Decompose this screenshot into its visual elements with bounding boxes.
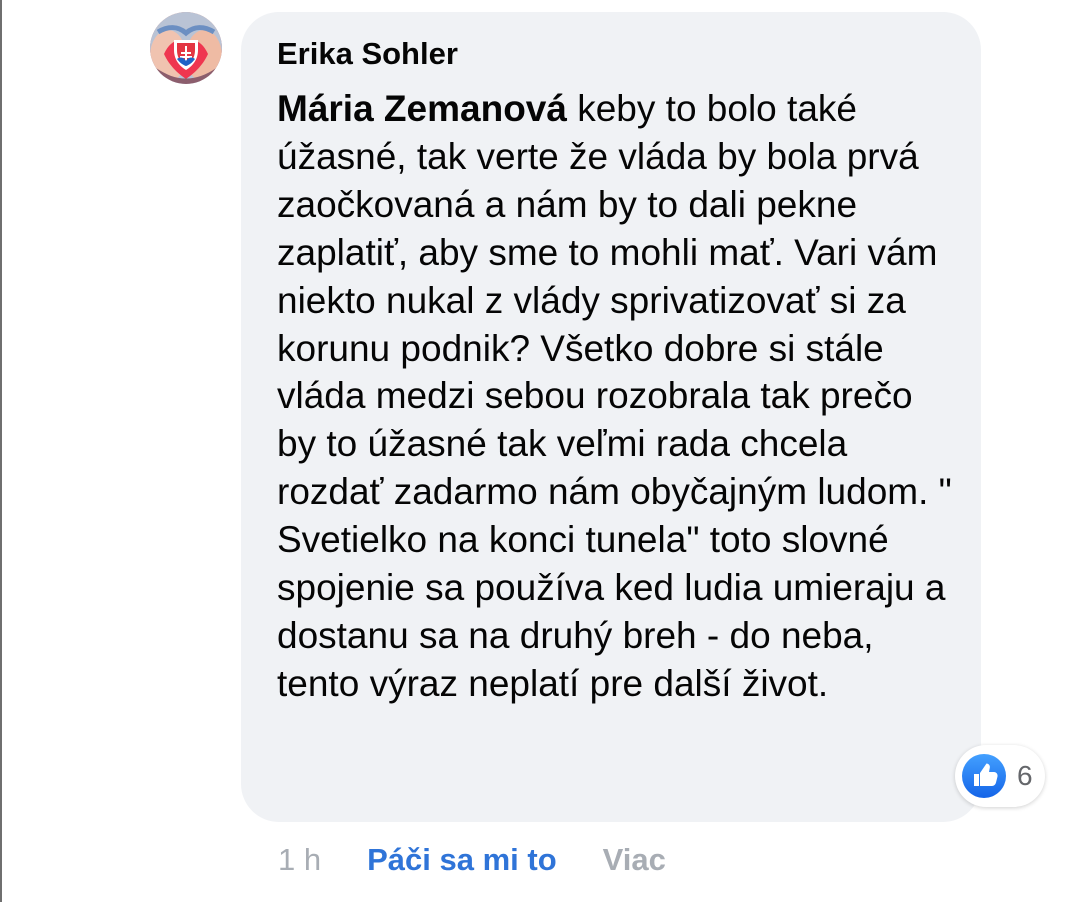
comment-actions: 1 h Páči sa mi to Viac — [278, 840, 666, 880]
comment-text: keby to bolo také úžasné, tak verte že v… — [277, 88, 952, 704]
thread-line — [0, 0, 2, 902]
comment-mention[interactable]: Mária Zemanová — [277, 88, 567, 129]
more-button[interactable]: Viac — [603, 842, 666, 878]
comment-bubble: Erika Sohler Mária Zemanová keby to bolo… — [241, 12, 981, 822]
reaction-count: 6 — [1017, 760, 1033, 791]
avatar-image-icon — [150, 12, 222, 84]
like-button[interactable]: Páči sa mi to — [367, 842, 557, 878]
avatar[interactable] — [150, 12, 222, 84]
comment-author[interactable]: Erika Sohler — [277, 36, 458, 72]
comment-timestamp[interactable]: 1 h — [278, 842, 321, 878]
comment-body: Mária Zemanová keby to bolo také úžasné,… — [277, 85, 952, 708]
thumbs-up-icon — [962, 754, 1006, 798]
reaction-summary[interactable]: 6 — [955, 745, 1045, 807]
